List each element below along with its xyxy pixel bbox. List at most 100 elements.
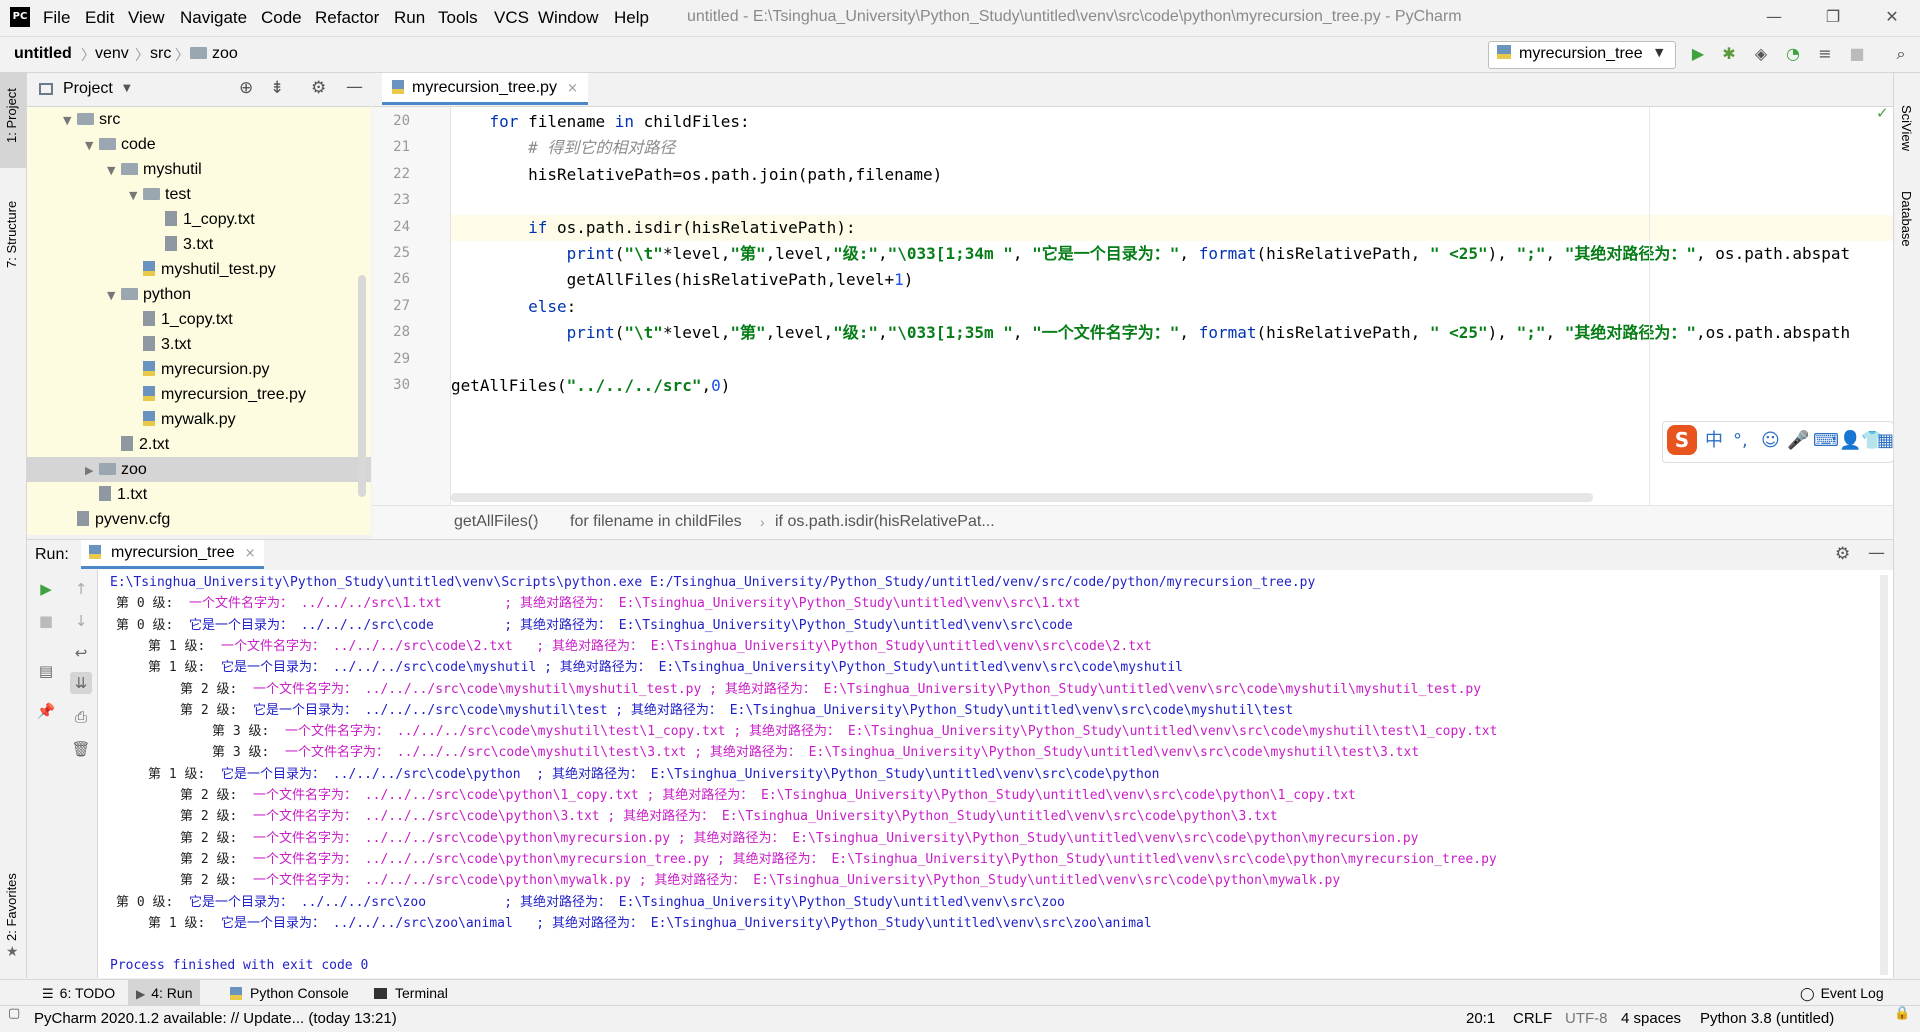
console-scrollbar[interactable] [1880,575,1888,975]
code-line[interactable]: getAllFiles("../../../src",0) [451,373,1893,399]
restore-icon[interactable]: ❐ [1813,4,1853,30]
status-panel-icon[interactable]: ▢ [8,1006,20,1021]
tree-item[interactable]: 3.txt [27,232,371,257]
chevron-down-icon[interactable]: ▼ [123,83,131,94]
structure-tool-label[interactable]: 7: Structure [4,201,19,268]
tree-item[interactable]: mywalk.py [27,407,371,432]
menu-run[interactable]: Run [394,8,425,28]
tree-item[interactable]: ▼ test [27,182,371,207]
code-line[interactable] [451,188,1893,214]
locate-file-icon[interactable]: ⊕ [239,78,253,98]
code-line[interactable]: # 得到它的相对路径 [451,135,1893,161]
line-separator[interactable]: CRLF [1513,1006,1552,1031]
close-tab-icon[interactable]: × [245,546,256,561]
ime-toolbar[interactable]: S 中 °, ☺ 🎤 ⌨ 👤 👕 ▦ [1662,421,1894,463]
soft-wrap-icon[interactable]: ↩ [70,642,92,664]
run-icon[interactable]: ▶ [1687,43,1709,65]
hide-panel-icon[interactable]: — [1868,543,1885,563]
code-line[interactable]: hisRelativePath=os.path.join(path,filena… [451,162,1893,188]
inspection-ok-icon[interactable]: ✓ [1876,104,1889,122]
project-panel-title[interactable]: Project [63,80,113,98]
project-tree-scrollbar[interactable] [358,275,366,497]
tree-item[interactable]: myrecursion.py [27,357,371,382]
menu-code[interactable]: Code [261,8,302,28]
tree-item[interactable]: ▼ src [27,107,371,132]
close-window-icon[interactable]: ✕ [1872,4,1912,30]
scroll-to-end-icon[interactable]: ⇊ [70,672,92,694]
crumb-if-block[interactable]: if os.path.isdir(hisRelativePat... [775,513,995,531]
gear-icon[interactable]: ⚙ [311,78,326,98]
menu-view[interactable]: View [128,8,165,28]
tree-item[interactable]: pyvenv.cfg [27,507,371,532]
code-line[interactable]: else: [451,294,1893,320]
rerun-icon[interactable]: ▶ [35,578,57,600]
search-everywhere-icon[interactable]: ⌕ [1890,43,1912,65]
menu-help[interactable]: Help [614,8,649,28]
code-line[interactable] [451,347,1893,373]
database-tool-label[interactable]: Database [1899,191,1914,247]
ime-toolbox-icon[interactable]: ▦ [1877,422,1894,460]
print-icon[interactable]: ⎙ [70,706,92,728]
run-tab[interactable]: myrecursion_tree × [81,540,264,569]
menu-vcs[interactable]: VCS [494,8,529,28]
ime-emoji-icon[interactable]: ☺ [1761,422,1780,460]
crumb-project[interactable]: untitled [14,45,72,63]
tree-item[interactable]: myrecursion_tree.py [27,382,371,407]
ime-punctuation-icon[interactable]: °, [1733,422,1748,460]
tree-item[interactable]: ▼ code [27,132,371,157]
menu-file[interactable]: File [43,8,70,28]
menu-tools[interactable]: Tools [438,8,478,28]
tree-item[interactable]: 3.txt [27,332,371,357]
expand-arrow-icon[interactable]: ▼ [107,289,121,302]
console-text[interactable]: E:\Tsinghua_University\Python_Study\unti… [110,575,1315,590]
favorites-tool-label[interactable]: 2: Favorites [4,873,19,941]
ime-voice-icon[interactable]: 🎤 [1787,422,1809,460]
crumb-venv[interactable]: venv [95,45,129,63]
code-line[interactable]: print("\t"*level,"第",level,"级:","\033[1;… [451,241,1893,267]
expand-arrow-icon[interactable]: ▼ [63,114,77,127]
expand-arrow-icon[interactable]: ▼ [85,139,99,152]
expand-arrow-icon[interactable]: ▼ [107,164,121,177]
tree-item[interactable]: ▶ zoo [27,457,371,482]
trash-icon[interactable]: 🗑 [70,738,92,760]
tab-todo[interactable]: ☰ 6: TODO [34,980,123,1006]
hide-panel-icon[interactable]: — [346,77,363,97]
ime-user-icon[interactable]: 👤 [1839,422,1861,460]
crumb-for-loop[interactable]: for filename in childFiles [570,513,742,531]
code-line[interactable]: print("\t"*level,"第",level,"级:","\033[1;… [451,320,1893,346]
profile-icon[interactable]: ◔ [1782,43,1804,65]
close-tab-icon[interactable]: × [567,81,578,96]
caret-position[interactable]: 20:1 [1466,1006,1495,1031]
menu-refactor[interactable]: Refactor [315,8,379,28]
tree-item[interactable]: 1_copy.txt [27,307,371,332]
tree-item[interactable]: ▼ myshutil [27,157,371,182]
menu-navigate[interactable]: Navigate [180,8,247,28]
coverage-icon[interactable]: ◈ [1750,43,1772,65]
tab-event-log[interactable]: ◯ Event Log [1792,980,1892,1006]
run-config-select[interactable]: myrecursion_tree ▼ [1488,41,1676,69]
code-line[interactable]: getAllFiles(hisRelativePath,level+1) [451,267,1893,293]
minimize-icon[interactable]: — [1754,4,1794,30]
crumb-src[interactable]: src [150,45,171,63]
ime-mode-icon[interactable]: 中 [1705,422,1723,460]
gear-icon[interactable]: ⚙ [1835,544,1850,564]
code-line[interactable]: if os.path.isdir(hisRelativePath): [451,214,1893,241]
sciview-tool-label[interactable]: SciView [1899,105,1914,151]
status-message[interactable]: PyCharm 2020.1.2 available: // Update...… [34,1006,397,1031]
crumb-function[interactable]: getAllFiles() [454,513,538,531]
crumb-zoo[interactable]: zoo [190,45,238,63]
project-tool-label[interactable]: 1: Project [4,88,19,143]
tree-item[interactable]: myshutil_test.py [27,257,371,282]
up-arrow-icon[interactable]: ↑ [70,578,92,600]
tree-item[interactable]: 2.txt [27,432,371,457]
menu-window[interactable]: Window [538,8,598,28]
tab-terminal[interactable]: Terminal [366,980,456,1006]
expand-arrow-icon[interactable]: ▼ [129,189,143,202]
code-line[interactable]: for filename in childFiles: [451,109,1893,135]
tree-item[interactable]: 1.txt [27,482,371,507]
run-console[interactable]: E:\Tsinghua_University\Python_Study\unti… [98,570,1893,978]
editor-horizontal-scrollbar[interactable] [451,493,1593,502]
indent-setting[interactable]: 4 spaces [1621,1006,1681,1031]
collapse-all-icon[interactable]: ⇟ [270,78,284,98]
lock-icon[interactable]: 🔒 [1894,1006,1910,1021]
